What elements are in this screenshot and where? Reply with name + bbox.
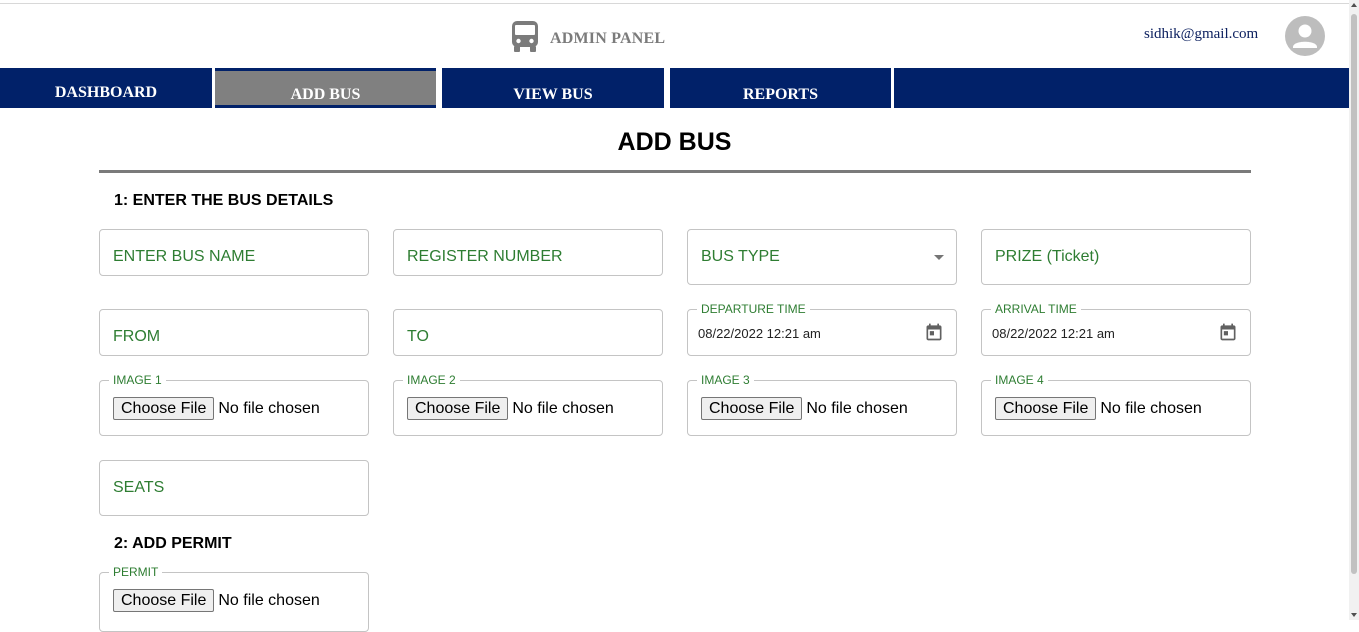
permit-choose-file-button[interactable]: Choose File — [113, 589, 215, 612]
permit-file-input[interactable]: Choose File No file chosen — [113, 589, 320, 612]
brand-title: ADMIN PANEL — [550, 29, 666, 47]
scroll-up-arrow-icon[interactable] — [1351, 3, 1357, 7]
image-2-choose-file-button[interactable]: Choose File — [407, 397, 509, 420]
to-input[interactable]: TO — [393, 309, 663, 356]
image-4-label: IMAGE 4 — [991, 372, 1048, 388]
image-4-choose-file-button[interactable]: Choose File — [995, 397, 1097, 420]
departure-time-input[interactable]: DEPARTURE TIME 08/22/2022 12:21 am — [687, 301, 957, 356]
image-3-field: IMAGE 3 Choose File No file chosen — [687, 372, 957, 436]
prize-input[interactable]: PRIZE (Ticket) — [981, 229, 1251, 285]
from-placeholder: FROM — [113, 328, 161, 345]
page-title: ADD BUS — [617, 128, 732, 156]
image-4-file-input[interactable]: Choose File No file chosen — [995, 397, 1202, 420]
departure-time-value: 08/22/2022 12:21 am — [698, 326, 821, 341]
bus-type-placeholder: BUS TYPE — [701, 248, 780, 265]
tab-view-bus[interactable]: VIEW BUS — [442, 71, 664, 105]
user-email[interactable]: sidhik@gmail.com — [1144, 26, 1258, 43]
bus-name-input[interactable]: ENTER BUS NAME — [99, 229, 369, 276]
image-3-label: IMAGE 3 — [697, 372, 754, 388]
image-1-label: IMAGE 1 — [109, 372, 166, 388]
seats-placeholder: SEATS — [113, 479, 165, 496]
tab-view-bus-label: VIEW BUS — [513, 86, 593, 103]
seats-input[interactable]: SEATS — [99, 460, 369, 516]
arrival-time-input[interactable]: ARRIVAL TIME 08/22/2022 12:21 am — [981, 301, 1251, 356]
tab-add-bus[interactable]: ADD BUS — [215, 71, 436, 105]
permit-file-status: No file chosen — [218, 591, 320, 609]
dropdown-arrow-icon — [934, 255, 944, 260]
bus-icon — [511, 20, 539, 57]
nav-bar: DASHBOARD ADD BUS VIEW BUS REPORTS — [0, 68, 1349, 108]
section-bus-details-title: 1: ENTER THE BUS DETAILS — [114, 192, 334, 209]
prize-placeholder: PRIZE (Ticket) — [995, 248, 1100, 265]
image-3-choose-file-button[interactable]: Choose File — [701, 397, 803, 420]
calendar-icon[interactable] — [1218, 322, 1238, 347]
image-2-label: IMAGE 2 — [403, 372, 460, 388]
image-1-file-status: No file chosen — [218, 399, 320, 417]
arrival-time-label: ARRIVAL TIME — [991, 301, 1081, 317]
from-input[interactable]: FROM — [99, 309, 369, 356]
image-1-choose-file-button[interactable]: Choose File — [113, 397, 215, 420]
image-4-field: IMAGE 4 Choose File No file chosen — [981, 372, 1251, 436]
tab-dashboard[interactable]: DASHBOARD — [0, 68, 212, 108]
scroll-down-arrow-icon[interactable] — [1351, 613, 1357, 617]
bus-type-select[interactable]: BUS TYPE — [687, 229, 957, 285]
image-1-field: IMAGE 1 Choose File No file chosen — [99, 372, 369, 436]
image-4-file-status: No file chosen — [1100, 399, 1202, 417]
image-2-field: IMAGE 2 Choose File No file chosen — [393, 372, 663, 436]
bus-name-placeholder: ENTER BUS NAME — [113, 248, 256, 265]
tab-add-bus-label: ADD BUS — [290, 86, 361, 103]
calendar-icon[interactable] — [924, 322, 944, 347]
user-avatar-icon[interactable] — [1285, 16, 1325, 56]
scrollbar-thumb[interactable] — [1351, 14, 1357, 574]
vertical-scrollbar[interactable] — [1349, 0, 1359, 620]
image-2-file-status: No file chosen — [512, 399, 614, 417]
header: ADMIN PANEL sidhik@gmail.com — [0, 4, 1349, 68]
section-permit-title: 2: ADD PERMIT — [114, 535, 232, 552]
tab-separator — [891, 68, 894, 108]
permit-field: PERMIT Choose File No file chosen — [99, 564, 369, 632]
departure-time-label: DEPARTURE TIME — [697, 301, 810, 317]
image-3-file-input[interactable]: Choose File No file chosen — [701, 397, 908, 420]
tab-reports-label: REPORTS — [742, 86, 818, 103]
image-3-file-status: No file chosen — [806, 399, 908, 417]
tab-reports[interactable]: REPORTS — [670, 71, 891, 105]
image-1-file-input[interactable]: Choose File No file chosen — [113, 397, 320, 420]
to-placeholder: TO — [407, 328, 429, 345]
permit-label: PERMIT — [109, 564, 163, 580]
register-number-placeholder: REGISTER NUMBER — [407, 248, 563, 265]
arrival-time-value: 08/22/2022 12:21 am — [992, 326, 1115, 341]
image-2-file-input[interactable]: Choose File No file chosen — [407, 397, 614, 420]
brand: ADMIN PANEL — [511, 20, 665, 57]
tab-dashboard-label: DASHBOARD — [54, 84, 158, 101]
title-divider — [99, 170, 1251, 173]
register-number-input[interactable]: REGISTER NUMBER — [393, 229, 663, 276]
